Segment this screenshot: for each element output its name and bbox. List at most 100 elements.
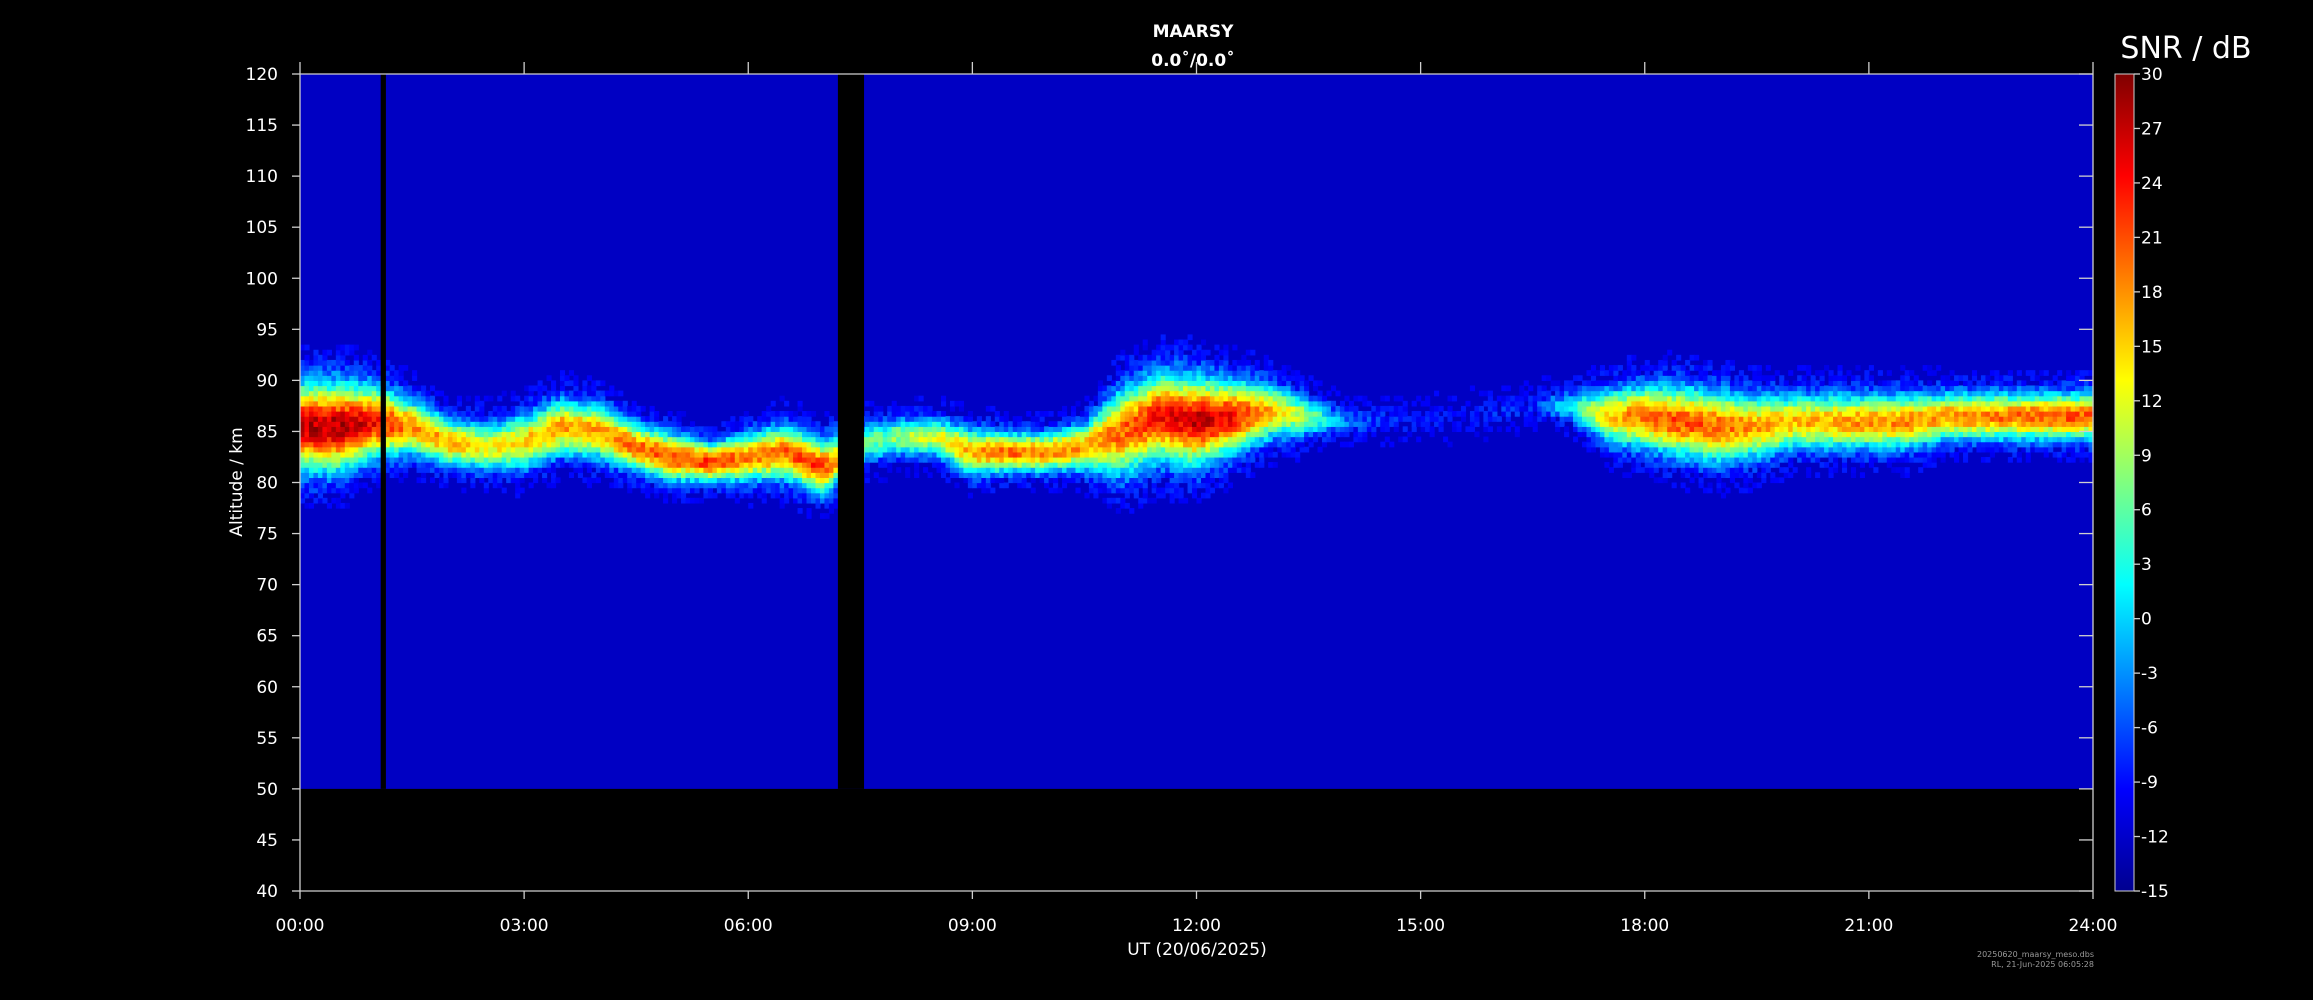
heatmap-cell [1402, 400, 1408, 407]
heatmap-cell [689, 436, 696, 443]
heatmap-cell [1044, 482, 1050, 489]
heatmap-cell [510, 436, 516, 443]
heatmap-cell [1653, 365, 1659, 371]
heatmap-cell [1120, 462, 1126, 468]
heatmap-cell [990, 456, 996, 463]
heatmap-cell [1268, 426, 1274, 433]
heatmap-cell [631, 436, 637, 443]
heatmap-cell [1452, 426, 1458, 433]
heatmap-cell [694, 436, 700, 443]
heatmap-cell [1124, 462, 1130, 468]
heatmap-cell [1590, 400, 1597, 407]
heatmap-cell [676, 411, 682, 417]
heatmap-cell [954, 462, 960, 468]
heatmap-cell [1586, 426, 1592, 433]
heatmap-cell [1299, 431, 1305, 438]
heatmap-cell [1111, 467, 1117, 473]
heatmap-cell [577, 405, 583, 412]
heatmap-cell [672, 421, 678, 427]
heatmap-cell [497, 416, 503, 422]
heatmap-cell [1205, 487, 1211, 494]
heatmap-cell [604, 472, 610, 478]
heatmap-cell [779, 497, 785, 504]
heatmap-cell [1156, 359, 1162, 366]
heatmap-cell [510, 390, 516, 397]
heatmap-cell [793, 421, 799, 427]
heatmap-cell [869, 431, 875, 438]
heatmap-cell [811, 492, 817, 499]
heatmap-cell [945, 446, 951, 453]
heatmap-cell [1676, 411, 1682, 417]
heatmap-cell [1434, 405, 1440, 412]
heatmap-cell [927, 421, 933, 427]
heatmap-cell [1250, 370, 1256, 376]
heatmap-cell [824, 456, 830, 463]
heatmap-cell [1200, 411, 1207, 417]
heatmap-cell [757, 482, 763, 489]
heatmap-cell [1299, 400, 1305, 407]
heatmap-cell [533, 451, 539, 458]
heatmap-cell [551, 436, 557, 443]
heatmap-cell [636, 421, 642, 427]
heatmap-cell [954, 436, 960, 443]
heatmap-cell [358, 416, 364, 422]
heatmap-cell [1236, 451, 1242, 458]
heatmap-cell [349, 405, 355, 412]
heatmap-cell [1644, 426, 1650, 433]
heatmap-cell [784, 456, 790, 463]
heatmap-cell [1021, 441, 1027, 448]
heatmap-cell [403, 380, 409, 387]
heatmap-cell [1608, 405, 1614, 412]
heatmap-cell [927, 416, 933, 422]
heatmap-cell [981, 482, 987, 489]
heatmap-cell [1268, 421, 1274, 427]
heatmap-cell [385, 405, 391, 412]
heatmap-cell [506, 456, 512, 463]
heatmap-cell [1295, 370, 1301, 376]
heatmap-cell [1236, 359, 1242, 366]
heatmap-cell [317, 421, 324, 427]
heatmap-cell [864, 431, 870, 438]
heatmap-cell [326, 421, 332, 427]
heatmap-cell [564, 431, 570, 438]
heatmap-cell [640, 472, 646, 478]
heatmap-cell [385, 370, 391, 376]
heatmap-cell [559, 400, 566, 407]
heatmap-cell [412, 385, 418, 392]
heatmap-cell [595, 446, 601, 453]
heatmap-cell [591, 436, 597, 443]
heatmap-cell [497, 405, 503, 412]
heatmap-cell [349, 390, 355, 397]
heatmap-cell [672, 462, 678, 468]
heatmap-cell [1339, 411, 1346, 417]
heatmap-cell [421, 405, 427, 412]
heatmap-cell [1062, 436, 1068, 443]
heatmap-cell [1389, 421, 1395, 427]
heatmap-cell [555, 477, 561, 484]
heatmap-cell [824, 513, 830, 519]
heatmap-cell [1129, 385, 1135, 392]
heatmap-cell [900, 436, 906, 443]
heatmap-cell [649, 421, 655, 427]
heatmap-cell [905, 446, 911, 453]
heatmap-cell [1362, 411, 1368, 417]
heatmap-cell [421, 446, 427, 453]
heatmap-cell [967, 421, 973, 427]
heatmap-cell [1640, 436, 1646, 443]
heatmap-cell [416, 436, 422, 443]
heatmap-cell [676, 431, 682, 438]
heatmap-cell [389, 421, 395, 427]
heatmap-cell [317, 416, 324, 422]
heatmap-cell [806, 441, 812, 448]
heatmap-cell [568, 405, 575, 412]
heatmap-cell [1223, 451, 1229, 458]
heatmap-cell [429, 400, 436, 407]
heatmap-cell [564, 451, 570, 458]
heatmap-cell [1205, 436, 1211, 443]
heatmap-cell [1631, 411, 1637, 417]
heatmap-cell [371, 395, 377, 402]
heatmap-cell [1631, 426, 1637, 433]
heatmap-cell [1344, 405, 1350, 412]
heatmap-cell [1671, 451, 1677, 458]
heatmap-cell [976, 436, 982, 443]
